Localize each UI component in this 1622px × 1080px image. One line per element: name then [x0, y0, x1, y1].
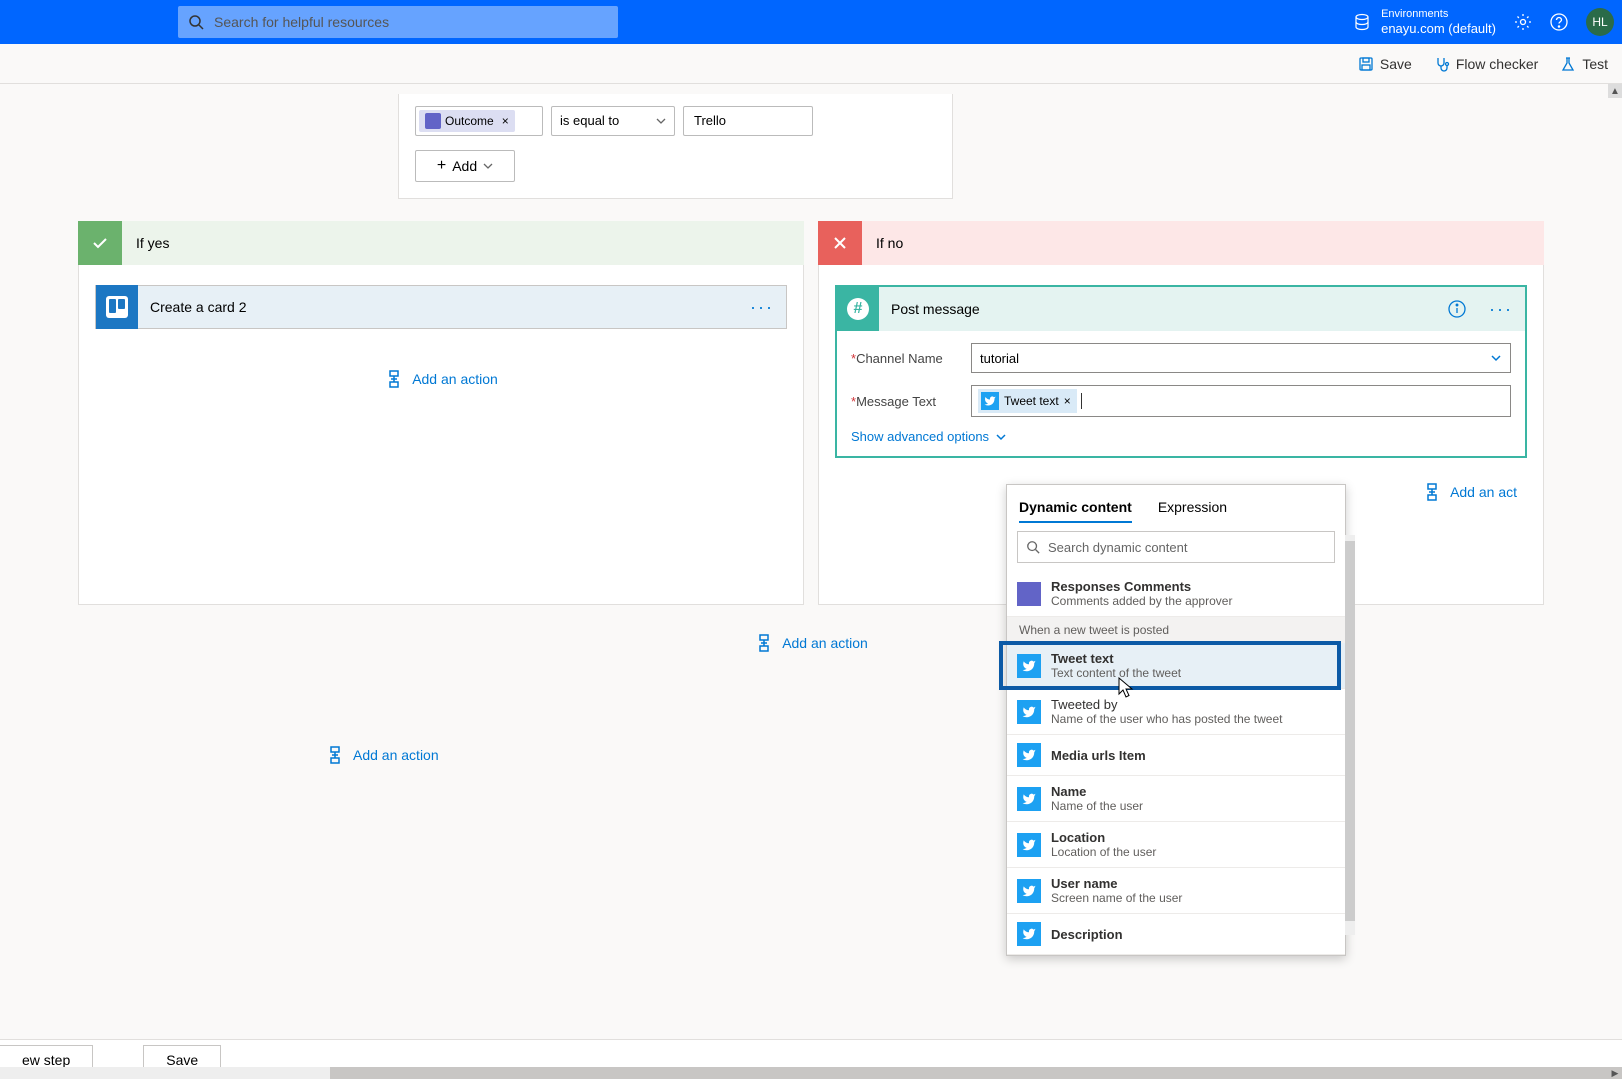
chevron-down-icon	[483, 161, 493, 171]
show-advanced-options[interactable]: Show advanced options	[851, 429, 1511, 444]
scroll-up-arrow[interactable]: ▲	[1608, 84, 1622, 98]
test-button[interactable]: Test	[1560, 56, 1608, 72]
help-icon[interactable]	[1550, 13, 1568, 31]
slack-post-message-action[interactable]: # Post message ··· *Channel Name tutoria…	[835, 285, 1527, 458]
dc-item-name[interactable]: NameName of the user	[1007, 776, 1345, 822]
dc-item-location[interactable]: LocationLocation of the user	[1007, 822, 1345, 868]
add-action-yes[interactable]: Add an action	[95, 369, 787, 389]
dc-item-responses-comments[interactable]: Responses Comments Comments added by the…	[1007, 571, 1345, 617]
horizontal-scrollbar[interactable]: ▶	[0, 1067, 1622, 1079]
insert-step-icon	[1422, 482, 1442, 502]
add-condition-button[interactable]: +Add	[415, 150, 515, 182]
dc-item-tweet-text[interactable]: Tweet textText content of the tweet	[1007, 643, 1345, 689]
info-icon[interactable]	[1447, 299, 1467, 319]
dc-item-user-name[interactable]: User nameScreen name of the user	[1007, 868, 1345, 914]
chevron-down-icon	[656, 116, 666, 126]
save-icon	[1358, 56, 1374, 72]
twitter-icon	[1017, 700, 1041, 724]
insert-step-icon	[754, 633, 774, 653]
tab-expression[interactable]: Expression	[1158, 493, 1227, 523]
condition-operator[interactable]: is equal to	[551, 106, 675, 136]
approvals-icon	[1017, 582, 1041, 606]
dc-item-tweeted-by[interactable]: Tweeted byName of the user who has poste…	[1007, 689, 1345, 735]
approvals-icon	[425, 113, 441, 129]
dc-group-tweet: When a new tweet is posted	[1007, 617, 1345, 643]
chevron-down-icon	[995, 431, 1007, 443]
twitter-icon	[1017, 654, 1041, 678]
environment-picker[interactable]: Environments enayu.com (default)	[1353, 8, 1496, 37]
env-name: enayu.com (default)	[1381, 21, 1496, 37]
condition-left-field[interactable]: Outcome ×	[415, 106, 543, 136]
insert-step-icon	[384, 369, 404, 389]
flask-icon	[1560, 56, 1576, 72]
twitter-icon	[1017, 833, 1041, 857]
trello-icon	[96, 285, 138, 329]
dc-item-description[interactable]: Description	[1007, 914, 1345, 955]
stethoscope-icon	[1434, 56, 1450, 72]
popup-scrollbar[interactable]	[1345, 535, 1355, 935]
close-icon	[818, 221, 862, 265]
env-label: Environments	[1381, 8, 1496, 21]
twitter-icon	[1017, 879, 1041, 903]
twitter-icon	[1017, 922, 1041, 946]
mouse-cursor-icon	[1118, 677, 1136, 699]
twitter-icon	[1017, 787, 1041, 811]
twitter-icon	[981, 392, 999, 410]
add-action-condition[interactable]: Add an action	[0, 633, 1622, 653]
search-icon	[1026, 540, 1040, 554]
twitter-icon	[1017, 743, 1041, 767]
trello-create-card-action[interactable]: Create a card 2 ···	[95, 285, 787, 329]
tab-dynamic-content[interactable]: Dynamic content	[1019, 493, 1132, 523]
flow-checker-button[interactable]: Flow checker	[1434, 56, 1538, 72]
chevron-down-icon	[1490, 352, 1502, 364]
slack-action-title: Post message	[879, 301, 1447, 317]
add-action-lower[interactable]: Add an action	[325, 745, 525, 765]
gear-icon[interactable]	[1514, 13, 1532, 31]
save-button[interactable]: Save	[1358, 56, 1412, 72]
if-yes-branch: If yes Create a card 2 ··· Add an action	[78, 221, 804, 605]
insert-step-icon	[325, 745, 345, 765]
slack-icon: #	[837, 287, 879, 331]
search-icon	[188, 14, 204, 30]
check-icon	[78, 221, 122, 265]
action-menu-button[interactable]: ···	[1477, 299, 1525, 320]
avatar[interactable]: HL	[1586, 8, 1614, 36]
dc-item-media-urls[interactable]: Media urls Item	[1007, 735, 1345, 776]
if-no-label: If no	[876, 235, 903, 251]
dynamic-content-popup: Dynamic content Expression Search dynami…	[1006, 484, 1346, 956]
dynamic-content-search[interactable]: Search dynamic content	[1017, 531, 1335, 563]
action-menu-button[interactable]: ···	[738, 297, 786, 318]
message-text-input[interactable]: Tweet text ×	[971, 385, 1511, 417]
tweet-text-token[interactable]: Tweet text ×	[978, 389, 1077, 413]
search-input[interactable]	[212, 13, 608, 31]
search-box[interactable]	[178, 6, 618, 38]
channel-name-input[interactable]: tutorial	[971, 343, 1511, 373]
if-yes-label: If yes	[136, 235, 169, 251]
condition-value[interactable]: Trello	[683, 106, 813, 136]
database-icon	[1353, 13, 1371, 31]
condition-card: Outcome × is equal to Trello +Add	[398, 94, 953, 199]
